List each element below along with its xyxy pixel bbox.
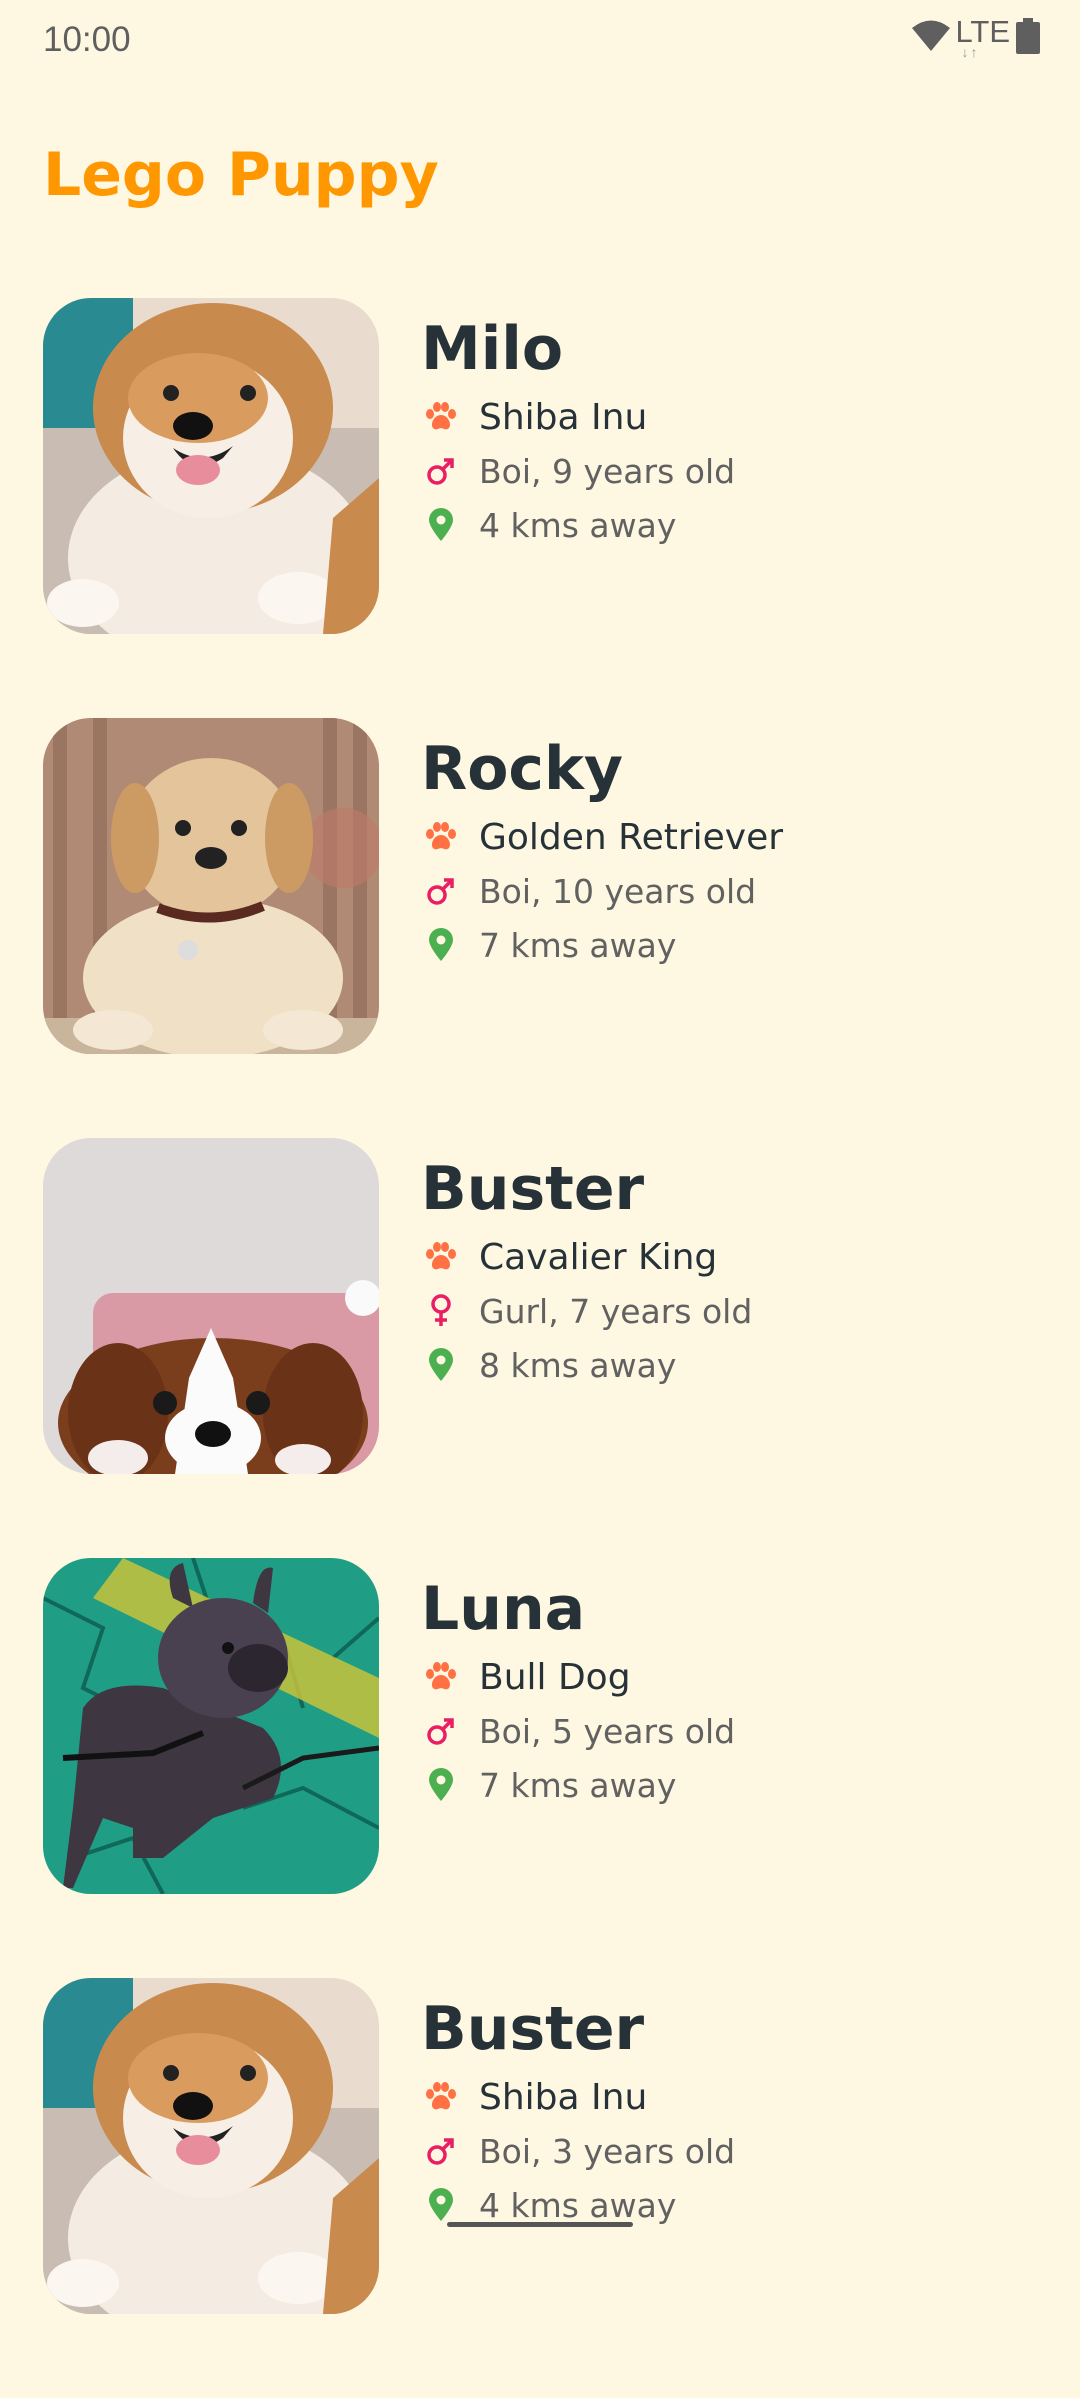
pet-photo (43, 718, 379, 1054)
pet-gender-age: Boi, 3 years old (479, 2131, 736, 2171)
male-icon (421, 451, 461, 491)
pet-name: Buster (421, 1154, 645, 1224)
location-pin-icon (421, 2185, 461, 2225)
location-pin-icon (421, 1345, 461, 1385)
male-icon (421, 1711, 461, 1751)
pet-gender-age-row: Gurl, 7 years old (421, 1284, 752, 1338)
paw-icon (421, 1237, 461, 1277)
paw-icon (421, 817, 461, 857)
pet-gender-age-row: Boi, 10 years old (421, 864, 783, 918)
pet-distance: 7 kms away (479, 925, 677, 965)
pet-distance: 4 kms away (479, 505, 677, 545)
pet-breed: Cavalier King (479, 1236, 718, 1278)
pet-gender-age: Boi, 5 years old (479, 1711, 736, 1751)
pet-card[interactable]: Rocky Golden Retriever Boi, 10 years old… (43, 718, 1043, 1138)
male-icon (421, 2131, 461, 2171)
pet-photo (43, 1138, 379, 1474)
pet-name: Buster (421, 1994, 645, 2064)
pet-gender-age: Boi, 10 years old (479, 871, 757, 911)
pet-breed: Golden Retriever (479, 816, 784, 858)
pet-info: Milo Shiba Inu Boi, 9 years old 4 kms aw… (421, 314, 735, 552)
pet-card[interactable]: Luna Bull Dog Boi, 5 years old 7 kms awa… (43, 1558, 1043, 1978)
pet-gender-age-row: Boi, 3 years old (421, 2124, 735, 2178)
pet-distance-row: 8 kms away (421, 1338, 752, 1392)
gesture-nav-handle[interactable] (447, 2222, 633, 2227)
pet-name: Milo (421, 314, 564, 384)
paw-icon (421, 2077, 461, 2117)
pet-card[interactable]: Buster Cavalier King Gurl, 7 years old 8… (43, 1138, 1043, 1558)
pet-card[interactable]: Milo Shiba Inu Boi, 9 years old 4 kms aw… (43, 298, 1043, 718)
battery-icon (1016, 18, 1040, 54)
pet-distance-row: 7 kms away (421, 1758, 735, 1812)
wifi-icon (911, 19, 951, 53)
pet-name: Luna (421, 1574, 586, 1644)
male-icon (421, 871, 461, 911)
pet-distance: 4 kms away (479, 2185, 677, 2225)
pet-list: Milo Shiba Inu Boi, 9 years old 4 kms aw… (43, 298, 1043, 2398)
pet-breed-row: Shiba Inu (421, 2070, 735, 2124)
status-icons: LTE ↓↑ (911, 14, 1040, 60)
pet-distance-row: 4 kms away (421, 498, 735, 552)
pet-gender-age-row: Boi, 9 years old (421, 444, 735, 498)
location-pin-icon (421, 1765, 461, 1805)
pet-gender-age: Gurl, 7 years old (479, 1291, 753, 1331)
pet-info: Luna Bull Dog Boi, 5 years old 7 kms awa… (421, 1574, 735, 1812)
pet-gender-age-row: Boi, 5 years old (421, 1704, 735, 1758)
location-pin-icon (421, 925, 461, 965)
pet-name: Rocky (421, 734, 624, 804)
pet-photo (43, 1978, 379, 2314)
pet-breed-row: Cavalier King (421, 1230, 752, 1284)
pet-info: Buster Shiba Inu Boi, 3 years old 4 kms … (421, 1994, 735, 2232)
pet-photo (43, 298, 379, 634)
pet-breed-row: Golden Retriever (421, 810, 783, 864)
pet-breed-row: Shiba Inu (421, 390, 735, 444)
network-type: LTE ↓↑ (955, 14, 1010, 60)
female-icon (421, 1291, 461, 1331)
pet-distance: 7 kms away (479, 1765, 677, 1805)
paw-icon (421, 397, 461, 437)
data-arrows-icon: ↓↑ (961, 44, 980, 60)
pet-gender-age: Boi, 9 years old (479, 451, 736, 491)
status-bar: 10:00 LTE ↓↑ (0, 0, 1080, 86)
pet-breed: Bull Dog (479, 1656, 631, 1698)
location-pin-icon (421, 505, 461, 545)
pet-breed: Shiba Inu (479, 2076, 648, 2118)
pet-breed-row: Bull Dog (421, 1650, 735, 1704)
status-time: 10:00 (43, 20, 131, 59)
pet-info: Rocky Golden Retriever Boi, 10 years old… (421, 734, 783, 972)
paw-icon (421, 1657, 461, 1697)
app-title: Lego Puppy (43, 140, 439, 210)
pet-distance: 8 kms away (479, 1345, 677, 1385)
pet-breed: Shiba Inu (479, 396, 648, 438)
pet-info: Buster Cavalier King Gurl, 7 years old 8… (421, 1154, 752, 1392)
pet-card[interactable]: Buster Shiba Inu Boi, 3 years old 4 kms … (43, 1978, 1043, 2398)
pet-distance-row: 7 kms away (421, 918, 783, 972)
pet-photo (43, 1558, 379, 1894)
